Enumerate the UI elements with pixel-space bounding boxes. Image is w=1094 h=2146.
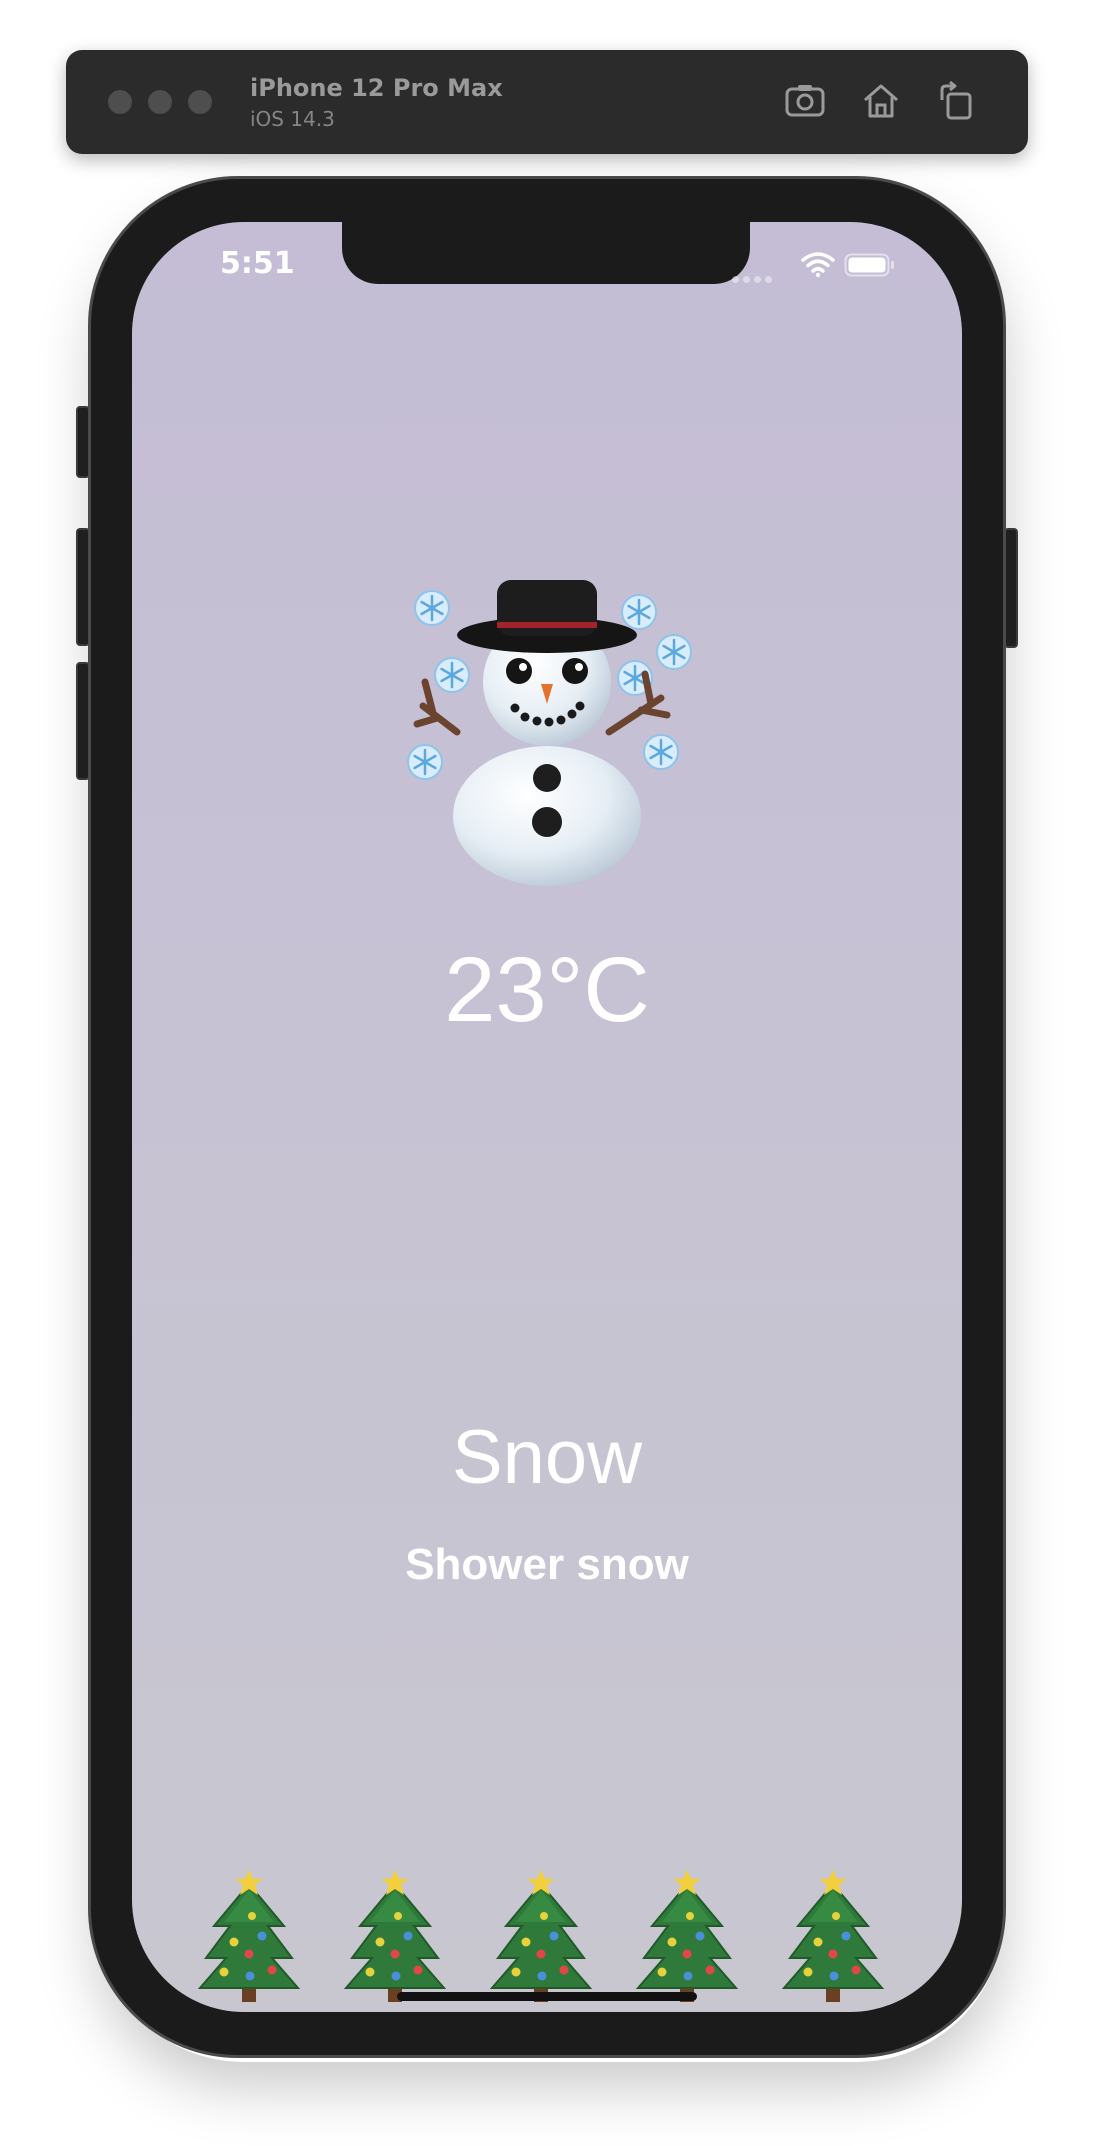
christmas-tree-icon bbox=[778, 1870, 888, 2006]
christmas-tree-icon bbox=[194, 1870, 304, 2006]
device-name: iPhone 12 Pro Max bbox=[250, 74, 503, 102]
christmas-tree-icon bbox=[486, 1870, 596, 2006]
condition-label: Snow bbox=[451, 1415, 643, 1500]
screenshot-icon bbox=[785, 85, 825, 117]
simulator-toolbar: iPhone 12 Pro Max iOS 14.3 bbox=[66, 50, 1028, 154]
home-button[interactable] bbox=[856, 76, 906, 126]
os-version: iOS 14.3 bbox=[250, 107, 335, 131]
christmas-tree-row bbox=[194, 1870, 914, 2006]
notch bbox=[342, 222, 750, 284]
status-time: 5:51 bbox=[220, 246, 295, 281]
battery-icon bbox=[844, 253, 894, 277]
app-screen: 5:51 23°C Snow Shower snow bbox=[132, 222, 962, 2012]
home-indicator bbox=[397, 1992, 697, 2001]
description-label: Shower snow bbox=[405, 1540, 689, 1589]
snowman-with-snowflakes-icon bbox=[387, 572, 707, 892]
screenshot-button[interactable] bbox=[780, 76, 830, 126]
christmas-tree-icon bbox=[632, 1870, 742, 2006]
rotate-icon bbox=[940, 80, 972, 120]
rotate-button[interactable] bbox=[930, 76, 980, 126]
status-icons bbox=[708, 250, 908, 283]
signal-icon bbox=[732, 268, 792, 283]
power-button bbox=[1004, 528, 1018, 648]
wifi-icon bbox=[801, 252, 835, 278]
christmas-tree-icon bbox=[340, 1870, 450, 2006]
window-minimize-button[interactable] bbox=[148, 90, 172, 114]
temperature-label: 23°C bbox=[444, 939, 650, 1041]
window-zoom-button[interactable] bbox=[188, 90, 212, 114]
window-close-button[interactable] bbox=[108, 90, 132, 114]
simulator-window: iPhone 12 Pro Max iOS 14.3 5:51 23°C Sno… bbox=[0, 0, 1094, 2146]
home-icon bbox=[864, 84, 898, 118]
